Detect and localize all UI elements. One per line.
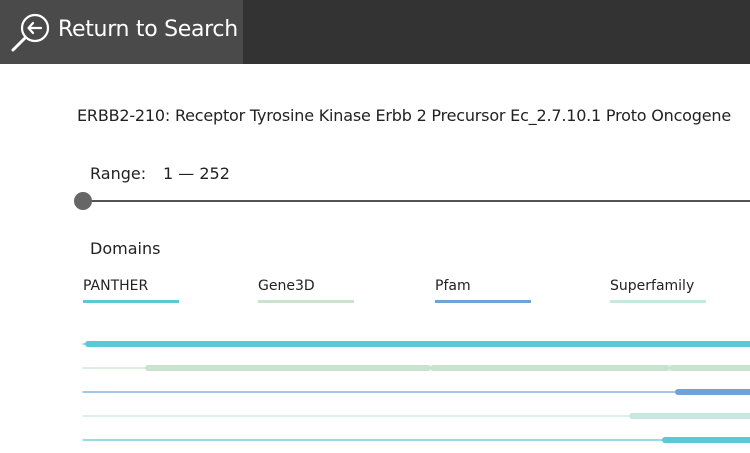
- legend-label-superfamily: Superfamily: [610, 278, 695, 294]
- domains-heading: Domains: [90, 239, 161, 258]
- legend-label-gene3d: Gene3D: [258, 278, 315, 294]
- range-slider-handle[interactable]: [74, 192, 92, 210]
- legend-swatch-gene3d: [258, 300, 354, 303]
- domain-tracks: [0, 330, 750, 453]
- return-to-search-button[interactable]: Return to Search: [0, 0, 243, 64]
- legend-swatch-pfam: [435, 300, 531, 303]
- domain-tracks-svg: [82, 341, 750, 443]
- range-value: 1 — 252: [163, 164, 230, 183]
- range-slider-track[interactable]: [83, 200, 750, 202]
- return-to-search-label: Return to Search: [58, 17, 238, 42]
- range-label: Range:: [90, 164, 147, 183]
- top-bar: Return to Search: [0, 0, 750, 64]
- legend-swatch-superfamily: [610, 300, 706, 303]
- legend-label-panther: PANTHER: [83, 278, 149, 294]
- legend-swatch-panther: [83, 300, 179, 303]
- protein-title: ERBB2-210: Receptor Tyrosine Kinase Erbb…: [77, 106, 731, 125]
- legend-label-pfam: Pfam: [435, 278, 471, 294]
- search-back-icon: [11, 13, 50, 52]
